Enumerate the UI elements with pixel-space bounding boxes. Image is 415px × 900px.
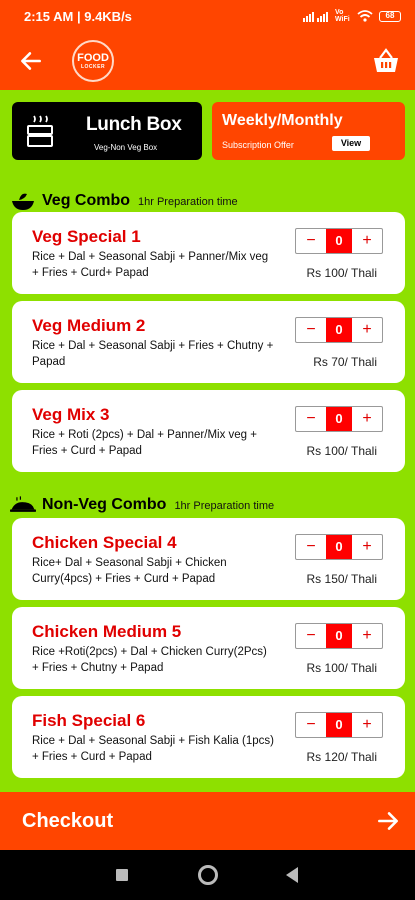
- veg-bowl-icon: [12, 193, 34, 210]
- lunch-box-subtitle: Veg-Non Veg Box: [94, 143, 158, 152]
- lunch-box-title: Lunch Box: [86, 114, 182, 135]
- decrement-button[interactable]: −: [296, 713, 326, 737]
- checkout-label: Checkout: [22, 810, 114, 832]
- increment-button[interactable]: +: [352, 229, 382, 253]
- veg-combo-title: Veg Combo: [42, 192, 131, 209]
- lunch-box-icon: [27, 115, 53, 147]
- menu-item-card[interactable]: Chicken Special 4 Rice+ Dal + Seasonal S…: [12, 518, 405, 600]
- item-description: Rice + Roti (2pcs) + Dal + Panner/Mix ve…: [32, 429, 257, 457]
- menu-item-card[interactable]: Chicken Medium 5 Rice +Roti(2pcs) + Dal …: [12, 607, 405, 689]
- menu-item-card[interactable]: Fish Special 6 Rice + Dal + Seasonal Sab…: [12, 696, 405, 778]
- item-name: Veg Mix 3: [32, 405, 110, 424]
- chicken-icon: [10, 496, 36, 512]
- item-name: Veg Special 1: [32, 227, 141, 246]
- decrement-button[interactable]: −: [296, 229, 326, 253]
- non-veg-combo-header: Non-Veg Combo 1hr Preparation time: [10, 492, 274, 518]
- food-logo: FOOD LOCKER: [72, 40, 114, 82]
- decrement-button[interactable]: −: [296, 535, 326, 559]
- menu-item-card[interactable]: Veg Special 1 Rice + Dal + Seasonal Sabj…: [12, 212, 405, 294]
- quantity-value: 0: [326, 229, 352, 253]
- veg-combo-time: 1hr Preparation time: [138, 196, 238, 208]
- arrow-right-icon: [378, 812, 398, 830]
- weekly-monthly-banner[interactable]: Weekly/Monthly Subscription Offer View: [212, 102, 405, 160]
- item-price: Rs 100/ Thali: [306, 661, 377, 675]
- increment-button[interactable]: +: [352, 407, 382, 431]
- app-bar: FOOD LOCKER: [0, 32, 415, 90]
- menu-item-card[interactable]: Veg Mix 3 Rice + Roti (2pcs) + Dal + Pan…: [12, 390, 405, 472]
- item-name: Fish Special 6: [32, 711, 146, 730]
- signal-icon: [303, 11, 328, 22]
- status-bar: 2:15 AM | 9.4KB/s Vo WiFi 68: [0, 0, 415, 32]
- increment-button[interactable]: +: [352, 624, 382, 648]
- back-arrow-icon[interactable]: [18, 48, 44, 74]
- quantity-stepper: − 0 +: [295, 534, 383, 560]
- view-button[interactable]: View: [332, 136, 370, 151]
- item-description: Rice+ Dal + Seasonal Sabji + Chicken Cur…: [32, 557, 227, 585]
- item-description: Rice + Dal + Seasonal Sabji + Fries + Ch…: [32, 340, 274, 368]
- status-time: 2:15 AM | 9.4KB/s: [24, 8, 132, 24]
- decrement-button[interactable]: −: [296, 407, 326, 431]
- non-veg-combo-time: 1hr Preparation time: [174, 500, 275, 512]
- subscription-offer-label: Subscription Offer: [222, 140, 294, 150]
- menu-item-card[interactable]: Veg Medium 2 Rice + Dal + Seasonal Sabji…: [12, 301, 405, 383]
- lunch-box-banner[interactable]: Lunch Box Veg-Non Veg Box: [12, 102, 202, 160]
- basket-icon[interactable]: [371, 46, 401, 76]
- quantity-value: 0: [326, 535, 352, 559]
- quantity-value: 0: [326, 318, 352, 342]
- item-name: Veg Medium 2: [32, 316, 146, 335]
- increment-button[interactable]: +: [352, 713, 382, 737]
- quantity-stepper: − 0 +: [295, 317, 383, 343]
- veg-combo-header: Veg Combo 1hr Preparation time: [10, 188, 238, 214]
- quantity-stepper: − 0 +: [295, 228, 383, 254]
- weekly-monthly-title: Weekly/Monthly: [222, 112, 343, 129]
- non-veg-combo-title: Non-Veg Combo: [42, 496, 167, 513]
- quantity-stepper: − 0 +: [295, 623, 383, 649]
- quantity-stepper: − 0 +: [295, 406, 383, 432]
- item-price: Rs 70/ Thali: [313, 355, 377, 369]
- quantity-value: 0: [326, 624, 352, 648]
- system-back-icon[interactable]: [286, 867, 298, 883]
- item-price: Rs 150/ Thali: [306, 572, 377, 586]
- network-label: Vo WiFi: [335, 9, 350, 23]
- quantity-value: 0: [326, 713, 352, 737]
- recents-icon[interactable]: [116, 869, 128, 881]
- item-description: Rice + Dal + Seasonal Sabji + Fish Kalia…: [32, 735, 274, 763]
- item-description: Rice + Dal + Seasonal Sabji + Panner/Mix…: [32, 251, 269, 279]
- item-description: Rice +Roti(2pcs) + Dal + Chicken Curry(2…: [32, 646, 267, 674]
- decrement-button[interactable]: −: [296, 624, 326, 648]
- decrement-button[interactable]: −: [296, 318, 326, 342]
- item-price: Rs 120/ Thali: [306, 750, 377, 764]
- battery-icon: 68: [379, 10, 401, 22]
- increment-button[interactable]: +: [352, 535, 382, 559]
- item-name: Chicken Special 4: [32, 533, 177, 552]
- item-price: Rs 100/ Thali: [306, 444, 377, 458]
- menu-list[interactable]: Lunch Box Veg-Non Veg Box Weekly/Monthly…: [0, 90, 415, 792]
- status-icons: Vo WiFi 68: [303, 9, 401, 23]
- quantity-value: 0: [326, 407, 352, 431]
- checkout-button[interactable]: Checkout: [0, 792, 415, 850]
- system-nav-bar: [0, 850, 415, 900]
- increment-button[interactable]: +: [352, 318, 382, 342]
- wifi-icon: [357, 10, 373, 22]
- quantity-stepper: − 0 +: [295, 712, 383, 738]
- item-price: Rs 100/ Thali: [306, 266, 377, 280]
- item-name: Chicken Medium 5: [32, 622, 182, 641]
- home-icon[interactable]: [198, 865, 218, 885]
